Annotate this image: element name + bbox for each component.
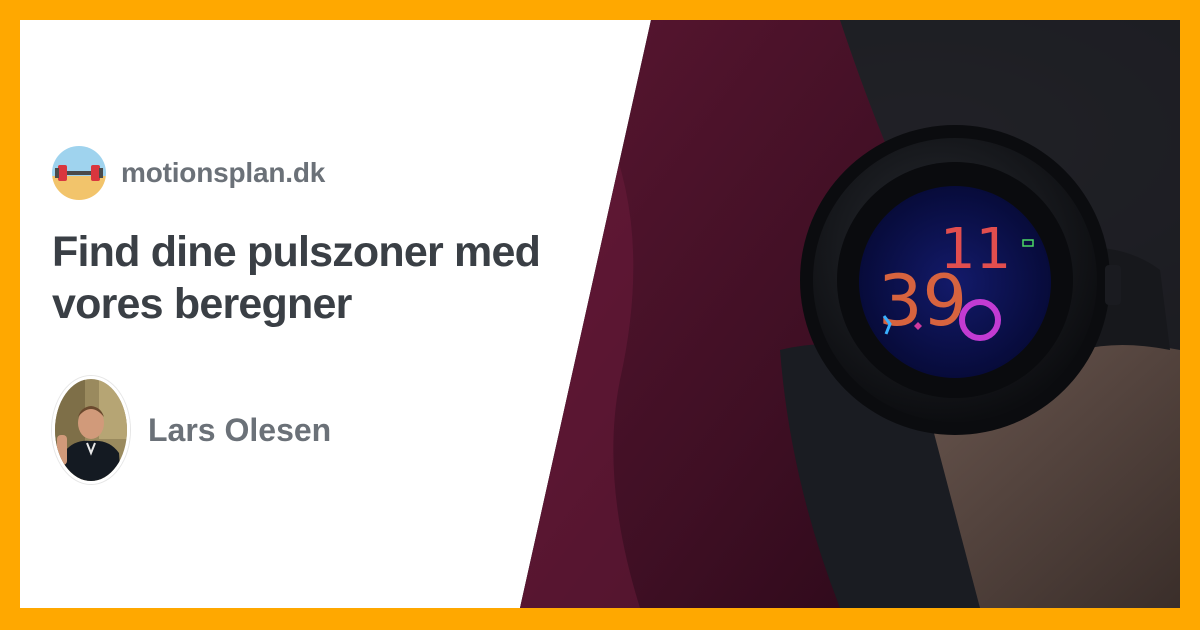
author-byline[interactable]: Lars Olesen [52,376,331,484]
social-share-card: 11 39 motionsplan.dk Find dine pulszoner… [20,20,1180,608]
article-title: Find dine pulszoner med vores beregner [52,228,541,329]
watch-minute: 39 [878,260,967,342]
dumbbell-beach-icon [52,146,106,200]
site-name: motionsplan.dk [121,157,326,188]
author-name: Lars Olesen [148,411,332,448]
site-brand[interactable]: motionsplan.dk [52,146,325,200]
author-avatar [52,376,130,484]
